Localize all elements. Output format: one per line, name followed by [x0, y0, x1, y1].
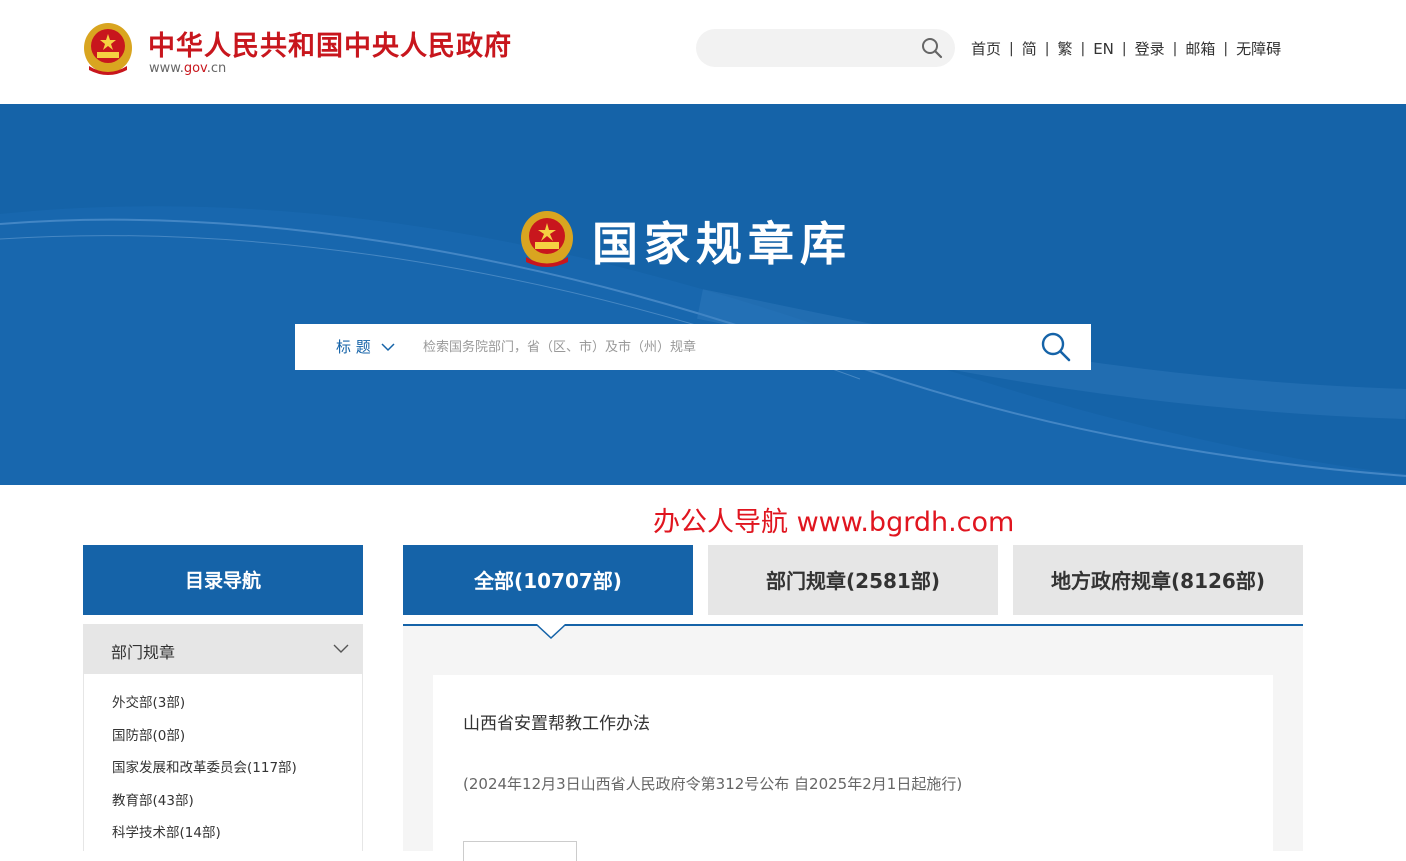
sidebar-item[interactable]: 国防部(0部) — [112, 724, 185, 744]
nav-separator: | — [1121, 40, 1127, 57]
nav-accessibility-link[interactable]: 无障碍 — [1236, 38, 1281, 59]
watermark-text: 办公人导航 www.bgrdh.com — [653, 507, 1015, 538]
chevron-down-icon — [333, 644, 349, 653]
nav-separator: | — [1080, 40, 1086, 57]
search-icon[interactable] — [1041, 332, 1071, 362]
nav-traditional-link[interactable]: 繁 — [1057, 38, 1072, 59]
sidebar-item[interactable]: 教育部(43部) — [112, 789, 194, 809]
sidebar-category-department[interactable]: 部门规章 — [83, 624, 363, 674]
tab-department-rules[interactable]: 部门规章(2581部) — [708, 545, 998, 615]
nav-separator: | — [1172, 40, 1178, 57]
tab-local-rules[interactable]: 地方政府规章(8126部) — [1013, 545, 1303, 615]
nav-english-link[interactable]: EN — [1093, 40, 1114, 58]
active-tab-caret — [537, 624, 565, 640]
site-url-prefix: www. — [149, 61, 184, 76]
banner-wave-decoration — [0, 206, 1406, 485]
nav-separator: | — [1044, 40, 1050, 57]
result-card: 山西省安置帮教工作办法 (2024年12月3日山西省人民政府令第312号公布 自… — [433, 675, 1273, 861]
nav-separator: | — [1223, 40, 1229, 57]
regulation-search-input[interactable] — [423, 332, 1023, 362]
search-icon[interactable] — [921, 37, 943, 59]
sidebar-item[interactable]: 外交部(3部) — [112, 691, 185, 711]
banner-title: 国家规章库 — [592, 217, 852, 271]
result-action-button[interactable] — [463, 841, 577, 861]
sidebar-category-label: 部门规章 — [111, 643, 176, 662]
search-field-dropdown[interactable]: 标 题 — [336, 336, 395, 357]
site-title[interactable]: 中华人民共和国中央人民政府 — [148, 24, 512, 63]
result-meta: (2024年12月3日山西省人民政府令第312号公布 自2025年2月1日起施行… — [463, 775, 963, 793]
site-url-suffix: .cn — [206, 61, 227, 76]
nav-separator: | — [1009, 40, 1014, 57]
national-emblem-icon[interactable] — [83, 22, 133, 76]
site-header: 中华人民共和国中央人民政府 www.gov.cn 首页 | 简 | 繁 | EN… — [0, 0, 1406, 104]
nav-simplified-link[interactable]: 简 — [1022, 38, 1037, 59]
nav-login-link[interactable]: 登录 — [1135, 38, 1165, 59]
top-nav: 首页 | 简 | 繁 | EN | 登录 | 邮箱 | 无障碍 — [971, 38, 1281, 59]
site-url-domain: gov — [183, 61, 207, 76]
nav-mail-link[interactable]: 邮箱 — [1185, 38, 1215, 59]
sidebar-item[interactable]: 科学技术部(14部) — [112, 821, 221, 841]
nav-home-link[interactable]: 首页 — [971, 38, 1001, 59]
sidebar-heading: 目录导航 — [83, 545, 363, 615]
regulation-search-bar: 标 题 — [295, 324, 1091, 370]
tab-all[interactable]: 全部(10707部) — [403, 545, 693, 615]
site-search-input[interactable] — [696, 29, 955, 67]
search-field-label: 标 题 — [336, 338, 371, 356]
chevron-down-icon — [381, 342, 395, 351]
result-title[interactable]: 山西省安置帮教工作办法 — [463, 709, 650, 734]
hero-banner: 国家规章库 标 题 — [0, 104, 1406, 485]
national-emblem-icon — [521, 211, 573, 267]
site-url: www.gov.cn — [149, 61, 226, 76]
sidebar-list: 外交部(3部) 国防部(0部) 国家发展和改革委员会(117部) 教育部(43部… — [83, 674, 363, 851]
sidebar-item[interactable]: 国家发展和改革委员会(117部) — [112, 756, 297, 776]
